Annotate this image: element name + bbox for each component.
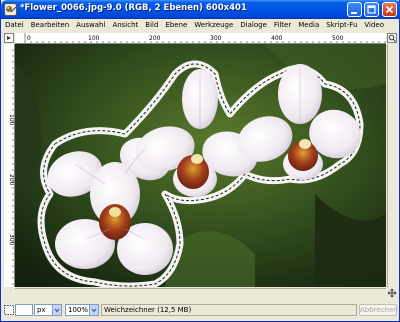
zoom-button[interactable] bbox=[387, 33, 397, 43]
h-ruler-label: 400 bbox=[271, 35, 283, 42]
h-ruler-label: 0 bbox=[27, 35, 31, 42]
zoom-icon bbox=[388, 34, 396, 42]
horizontal-ruler[interactable]: 0 100 200 300 400 500 bbox=[15, 33, 386, 44]
horizontal-scrollbar[interactable] bbox=[15, 288, 386, 298]
zoom-select[interactable]: 100% bbox=[65, 304, 99, 316]
minimize-icon bbox=[351, 12, 357, 14]
window-title: *Flower_0066.jpg-9.0 (RGB, 2 Ebenen) 600… bbox=[20, 3, 247, 13]
unit-select[interactable]: px bbox=[34, 304, 62, 316]
quick-mask-icon[interactable] bbox=[4, 305, 14, 315]
zoom-value: 100% bbox=[68, 306, 89, 314]
menu-bar: Datei Bearbeiten Auswahl Ansicht Bild Eb… bbox=[1, 19, 399, 31]
image-canvas[interactable] bbox=[15, 44, 386, 287]
menu-video[interactable]: Video bbox=[364, 21, 384, 29]
navigate-icon bbox=[387, 288, 397, 298]
cancel-button[interactable]: Abbrechen bbox=[359, 304, 398, 316]
horizontal-ruler-ticks: 0 100 200 300 400 500 bbox=[24, 33, 386, 43]
gimp-icon[interactable] bbox=[4, 3, 17, 16]
menu-auswahl[interactable]: Auswahl bbox=[76, 21, 105, 29]
maximize-button[interactable] bbox=[364, 2, 379, 17]
menu-media[interactable]: Media bbox=[298, 21, 319, 29]
menu-werkzeuge[interactable]: Werkzeuge bbox=[194, 21, 233, 29]
chevron-down-icon bbox=[52, 305, 61, 315]
vertical-ruler-ticks: 100 200 300 bbox=[8, 49, 15, 285]
close-icon bbox=[385, 5, 394, 14]
navigate-button[interactable] bbox=[387, 288, 397, 298]
menu-bearbeiten[interactable]: Bearbeiten bbox=[31, 21, 69, 29]
h-ruler-label: 200 bbox=[149, 35, 161, 42]
image-window: *Flower_0066.jpg-9.0 (RGB, 2 Ebenen) 600… bbox=[0, 0, 400, 322]
triangle-menu-icon bbox=[7, 36, 11, 40]
unit-value: px bbox=[37, 306, 46, 314]
v-ruler-label: 300 bbox=[8, 234, 15, 246]
h-ruler-label: 300 bbox=[210, 35, 222, 42]
menu-filter[interactable]: Filter bbox=[274, 21, 291, 29]
title-bar[interactable]: *Flower_0066.jpg-9.0 (RGB, 2 Ebenen) 600… bbox=[1, 0, 400, 19]
v-ruler-label: 100 bbox=[8, 114, 15, 126]
status-bar: px 100% Weichzeichner (12,5 MB) Abbreche… bbox=[1, 300, 399, 321]
close-button[interactable] bbox=[382, 2, 397, 17]
menu-skript-fu[interactable]: Skript-Fu bbox=[326, 21, 357, 29]
pointer-coordinates bbox=[15, 304, 33, 316]
menu-dialoge[interactable]: Dialoge bbox=[240, 21, 267, 29]
maximize-icon bbox=[367, 5, 376, 14]
v-ruler-label: 200 bbox=[8, 174, 15, 186]
flower-image bbox=[15, 44, 386, 287]
h-ruler-label: 100 bbox=[88, 35, 100, 42]
h-ruler-label: 500 bbox=[332, 35, 344, 42]
menu-ansicht[interactable]: Ansicht bbox=[112, 21, 138, 29]
vertical-scrollbar[interactable] bbox=[387, 44, 397, 287]
vertical-ruler[interactable]: 100 200 300 bbox=[4, 44, 15, 287]
minimize-button[interactable] bbox=[347, 2, 362, 17]
menu-datei[interactable]: Datei bbox=[5, 21, 24, 29]
chevron-down-icon bbox=[89, 305, 98, 315]
menu-bild[interactable]: Bild bbox=[145, 21, 158, 29]
menu-ebene[interactable]: Ebene bbox=[165, 21, 187, 29]
status-message: Weichzeichner (12,5 MB) bbox=[101, 304, 357, 316]
image-menu-button[interactable] bbox=[4, 33, 14, 43]
